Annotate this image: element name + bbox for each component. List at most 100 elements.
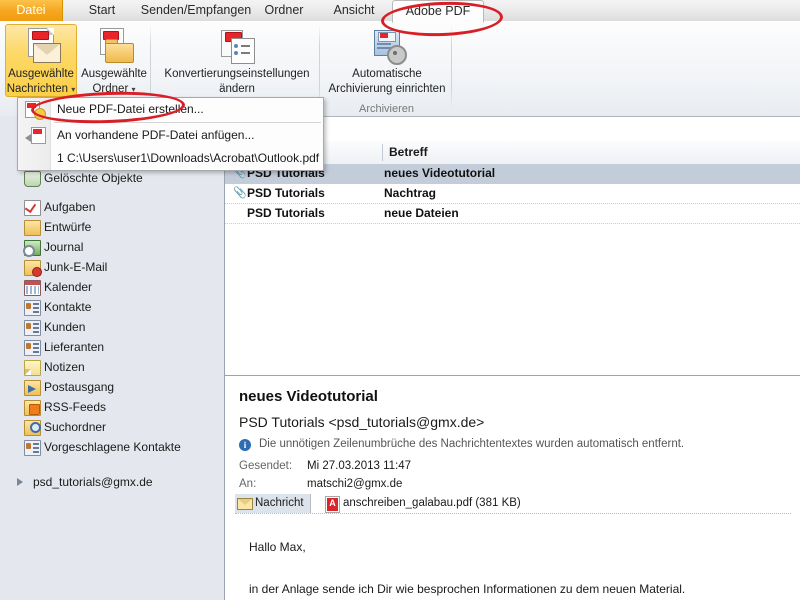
sidebar-item-kalender[interactable]: Kalender <box>0 277 224 297</box>
trash-folder-icon <box>24 171 41 187</box>
menu-item-label: Neue PDF-Datei erstellen... <box>57 102 204 116</box>
reading-pane-subject: neues Videotutorial <box>239 388 378 405</box>
document-envelope-icon <box>19 28 63 66</box>
calendar-icon <box>24 280 41 296</box>
tab-adobe-pdf[interactable]: Adobe PDF <box>392 0 484 23</box>
sidebar-item-label: Vorgeschlagene Kontakte <box>44 440 181 454</box>
sidebar-item-kunden[interactable]: Kunden <box>0 317 224 337</box>
sidebar-item-label: Postausgang <box>44 380 114 394</box>
sidebar-item-label: Entwürfe <box>44 220 91 234</box>
menu-item-an-vorhandene-pdf-datei-anfuegen[interactable]: An vorhandene PDF-Datei anfügen... <box>18 124 323 147</box>
tab-senden-empfangen[interactable]: Senden/Empfangen <box>136 0 256 21</box>
ribbon-group-archivieren: Automatische Archivierung einrichten Arc… <box>321 21 452 116</box>
info-notice-text: Die unnötigen Zeilenumbrüche des Nachric… <box>259 438 684 450</box>
sidebar-item-label: Suchordner <box>44 420 106 434</box>
menu-item-label: 1 C:\Users\user1\Downloads\Acrobat\Outlo… <box>57 151 319 165</box>
contacts-icon <box>24 340 41 356</box>
sidebar-item-notizen[interactable]: Notizen <box>0 357 224 377</box>
attachment-icon: 📎 <box>233 186 243 200</box>
archive-gear-icon <box>365 28 409 66</box>
sidebar-item-label: Aufgaben <box>44 200 95 214</box>
sidebar-item-label: Journal <box>44 240 83 254</box>
contacts-icon <box>24 320 41 336</box>
junk-folder-icon <box>24 260 41 276</box>
message-subject: Nachtrag <box>384 184 436 203</box>
ribbon-button-label2: Archivierung einrichten <box>325 83 449 96</box>
sent-value: Mi 27.03.2013 11:47 <box>307 460 411 472</box>
ribbon-button-label-text: Nachrichten <box>7 83 68 95</box>
ribbon-button-label2: Ordner ▾ <box>79 83 149 96</box>
menu-item-label: An vorhandene PDF-Datei anfügen... <box>57 128 254 142</box>
ribbon-button-label: Ausgewählte <box>6 68 76 81</box>
ribbon-button-konvertierungseinstellungen[interactable]: Konvertierungseinstellungen ändern <box>155 24 319 97</box>
chevron-down-icon[interactable]: ▾ <box>71 85 75 94</box>
sidebar-item-suchordner[interactable]: Suchordner <box>0 417 224 437</box>
sidebar-spacer <box>0 188 224 197</box>
sidebar-item-label: Lieferanten <box>44 340 104 354</box>
tab-label: Start <box>89 3 115 17</box>
message-subject: neues Videotutorial <box>384 164 495 183</box>
menu-item-recent-file[interactable]: 1 C:\Users\user1\Downloads\Acrobat\Outlo… <box>18 147 323 170</box>
sent-label: Gesendet: <box>239 460 292 472</box>
attachment-file-label: anschreiben_galabau.pdf (381 KB) <box>343 497 521 509</box>
ribbon-button-ausgewaehlte-ordner[interactable]: Ausgewählte Ordner ▾ <box>78 24 150 97</box>
sidebar-item-label: Notizen <box>44 360 85 374</box>
group-separator <box>451 25 452 109</box>
reading-pane-info-notice[interactable]: i Die unnötigen Zeilenumbrüche des Nachr… <box>239 438 684 450</box>
sidebar-item-rss-feeds[interactable]: RSS-Feeds <box>0 397 224 417</box>
message-list[interactable]: 📎 PSD Tutorials neues Videotutorial 📎 PS… <box>225 164 800 367</box>
info-icon: i <box>239 439 251 451</box>
table-row[interactable]: 📎 PSD Tutorials Nachtrag <box>225 184 800 204</box>
sidebar-item-label: Kontakte <box>44 300 91 314</box>
drafts-folder-icon <box>24 220 41 236</box>
message-sender: PSD Tutorials <box>247 204 325 223</box>
sidebar-item-lieferanten[interactable]: Lieferanten <box>0 337 224 357</box>
new-pdf-icon <box>25 101 45 118</box>
sidebar-item-label: Junk-E-Mail <box>44 260 107 274</box>
ribbon-button-automatische-archivierung[interactable]: Automatische Archivierung einrichten <box>324 24 450 97</box>
chevron-down-icon[interactable]: ▾ <box>131 85 135 94</box>
ribbon-button-ausgewaehlte-nachrichten[interactable]: Ausgewählte Nachrichten ▾ <box>5 24 77 97</box>
ribbon-button-label: Automatische <box>325 68 449 81</box>
sidebar-item-entwuerfe[interactable]: Entwürfe <box>0 217 224 237</box>
tab-ansicht[interactable]: Ansicht <box>320 0 388 21</box>
attachment-bar: Nachricht anschreiben_galabau.pdf (381 K… <box>235 494 791 514</box>
ribbon-button-label: Ausgewählte <box>79 68 149 81</box>
sidebar-item-geloeschte-objekte[interactable]: Gelöschte Objekte <box>0 168 224 188</box>
menu-separator <box>54 122 321 123</box>
attachment-tab-nachricht[interactable]: Nachricht <box>235 494 311 513</box>
attachment-file-item[interactable]: anschreiben_galabau.pdf (381 KB) <box>323 494 521 513</box>
table-row[interactable]: PSD Tutorials neue Dateien <box>225 204 800 224</box>
sidebar-item-postausgang[interactable]: Postausgang <box>0 377 224 397</box>
message-sender: PSD Tutorials <box>247 184 325 203</box>
contacts-icon <box>24 300 41 316</box>
reading-pane: neues Videotutorial PSD Tutorials <psd_t… <box>225 375 800 601</box>
ribbon-button-label: Konvertierungseinstellungen <box>156 68 318 81</box>
menu-item-neue-pdf-datei-erstellen[interactable]: Neue PDF-Datei erstellen... <box>18 98 323 121</box>
append-pdf-icon <box>25 127 45 144</box>
tab-label: Ansicht <box>334 3 375 17</box>
tab-start[interactable]: Start <box>70 0 134 21</box>
sidebar-account-psd-tutorials[interactable]: psd_tutorials@gmx.de <box>0 471 224 493</box>
column-header-betreff[interactable]: Betreff <box>389 141 428 164</box>
chevron-right-icon[interactable] <box>17 478 23 486</box>
ribbon-tab-bar: Datei Start Senden/Empfangen Ordner Ansi… <box>0 0 800 22</box>
tab-ordner[interactable]: Ordner <box>250 0 318 21</box>
folder-navigation-pane[interactable]: Gesendete Objekte Gelöschte Objekte Aufg… <box>0 116 225 600</box>
envelope-icon <box>237 498 253 510</box>
attachment-tab-label: Nachricht <box>255 497 304 509</box>
sidebar-item-journal[interactable]: Journal <box>0 237 224 257</box>
tab-label: Adobe PDF <box>406 4 471 18</box>
rss-folder-icon <box>24 400 41 416</box>
sidebar-item-label: Kunden <box>44 320 85 334</box>
journal-icon <box>24 240 41 256</box>
sidebar-item-vorgeschlagene-kontakte[interactable]: Vorgeschlagene Kontakte <box>0 437 224 457</box>
sidebar-item-aufgaben[interactable]: Aufgaben <box>0 197 224 217</box>
ribbon-button-label2: Nachrichten ▾ <box>6 83 76 96</box>
sidebar-account-label: psd_tutorials@gmx.de <box>33 475 153 489</box>
tab-datei[interactable]: Datei <box>0 0 63 21</box>
sidebar-item-junk-email[interactable]: Junk-E-Mail <box>0 257 224 277</box>
contacts-icon <box>24 440 41 456</box>
sidebar-item-kontakte[interactable]: Kontakte <box>0 297 224 317</box>
create-pdf-dropdown-menu[interactable]: Neue PDF-Datei erstellen... An vorhanden… <box>17 97 324 171</box>
